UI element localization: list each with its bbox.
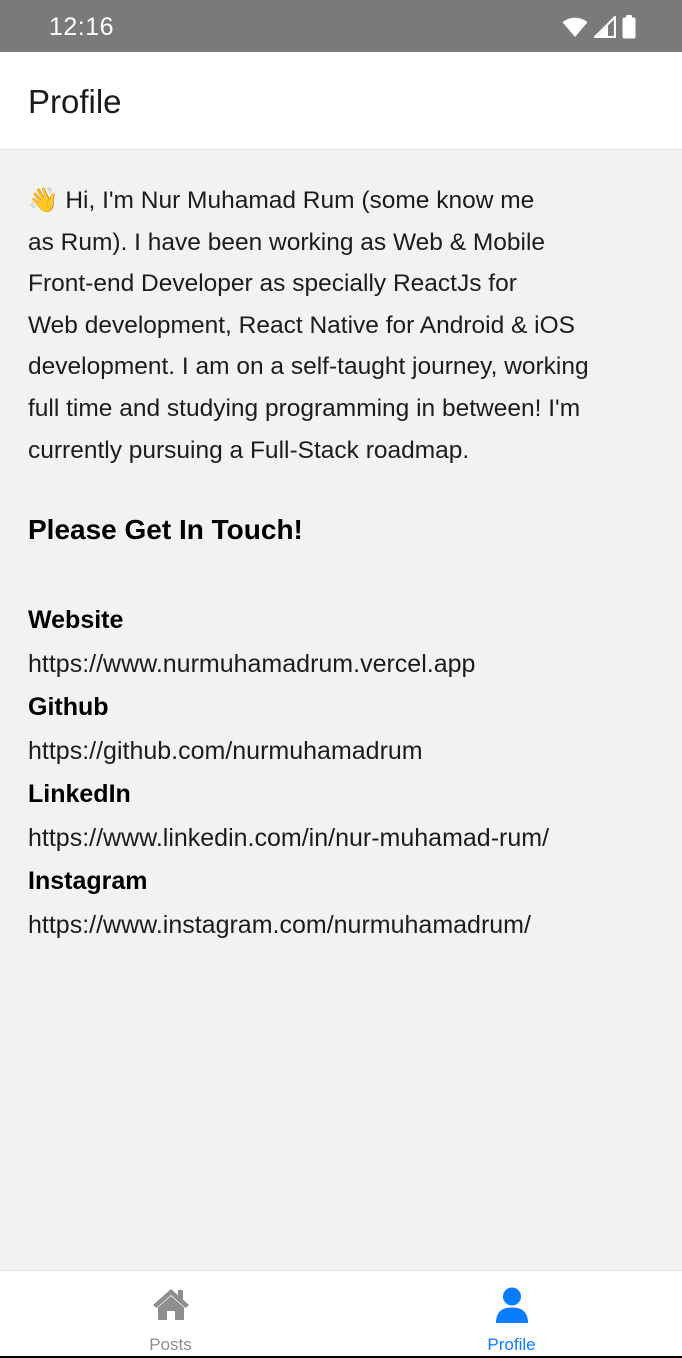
contact-label: Instagram: [28, 867, 148, 896]
contact-label: Website: [28, 606, 124, 635]
contact-label: LinkedIn: [28, 780, 131, 809]
page-title: Profile: [28, 83, 122, 120]
home-icon: [151, 1286, 191, 1324]
profile-content: 👋 Hi, I'm Nur Muhamad Rum (some know me …: [28, 180, 654, 953]
status-icons: [562, 14, 636, 40]
tab-profile[interactable]: Profile: [341, 1271, 682, 1358]
status-bar: 12:16: [0, 0, 682, 52]
linkedin-link[interactable]: https://www.linkedin.com/in/nur-muhamad-…: [28, 823, 654, 853]
contact-label: Github: [28, 693, 109, 722]
instagram-link[interactable]: https://www.instagram.com/nurmuhamadrum/: [28, 910, 654, 940]
tab-label: Profile: [487, 1335, 536, 1354]
tab-posts[interactable]: Posts: [0, 1271, 341, 1358]
contact-heading: Please Get In Touch!: [28, 514, 303, 546]
tab-label: Posts: [149, 1335, 192, 1354]
contact-github: Github https://github.com/nurmuhamadrum: [28, 692, 654, 766]
github-link[interactable]: https://github.com/nurmuhamadrum: [28, 736, 654, 766]
website-link[interactable]: https://www.nurmuhamadrum.vercel.app: [28, 649, 654, 679]
signal-icon: [594, 16, 616, 38]
person-icon: [492, 1286, 532, 1324]
bio-body: Hi, I'm Nur Muhamad Rum (some know me as…: [28, 187, 589, 464]
status-time: 12:16: [49, 13, 115, 41]
contact-instagram: Instagram https://www.instagram.com/nurm…: [28, 866, 654, 940]
contact-list: Website https://www.nurmuhamadrum.vercel…: [28, 605, 654, 940]
contact-linkedin: LinkedIn https://www.linkedin.com/in/nur…: [28, 779, 654, 853]
waving-hand-icon: 👋: [28, 187, 59, 214]
bottom-tab-bar: Posts Profile: [0, 1270, 682, 1358]
wifi-icon: [562, 16, 588, 38]
contact-website: Website https://www.nurmuhamadrum.vercel…: [28, 605, 654, 679]
bio-text: 👋 Hi, I'm Nur Muhamad Rum (some know me …: [28, 180, 654, 471]
app-header: Profile: [0, 52, 682, 150]
battery-icon: [622, 15, 636, 39]
